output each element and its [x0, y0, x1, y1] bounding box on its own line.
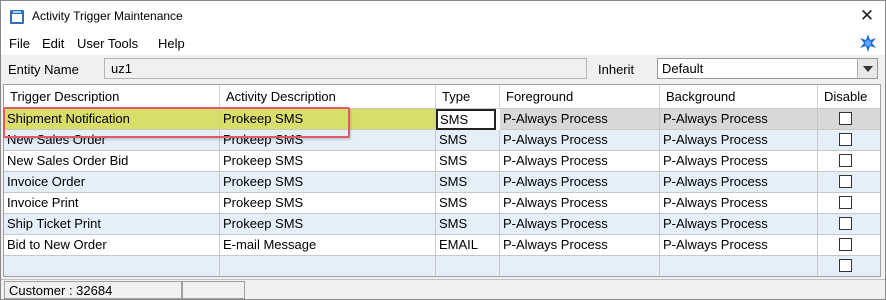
grid-header: Trigger Description Activity Description…: [4, 85, 880, 109]
trigger-cell[interactable]: Bid to New Order: [4, 235, 220, 256]
disable-cell: [818, 130, 880, 151]
disable-checkbox[interactable]: [839, 196, 852, 209]
background-cell[interactable]: P-Always Process: [660, 172, 818, 193]
column-header-foreground[interactable]: Foreground: [500, 85, 660, 109]
activity-cell[interactable]: Prokeep SMS: [220, 151, 436, 172]
background-cell[interactable]: P-Always Process: [660, 214, 818, 235]
chevron-down-icon[interactable]: [857, 59, 877, 78]
trigger-cell[interactable]: Invoice Print: [4, 193, 220, 214]
trigger-cell[interactable]: Invoice Order: [4, 172, 220, 193]
trigger-cell[interactable]: New Sales Order Bid: [4, 151, 220, 172]
activity-trigger-window: Activity Trigger Maintenance ✕ File Edit…: [0, 0, 886, 300]
app-window-icon: [10, 10, 24, 24]
foreground-cell[interactable]: [500, 256, 660, 276]
disable-cell: [818, 256, 880, 276]
entity-name-value: uz1: [111, 61, 132, 76]
status-panel-2: [182, 281, 245, 299]
inherit-label: Inherit: [598, 62, 635, 77]
activity-cell[interactable]: Prokeep SMS: [220, 172, 436, 193]
column-header-trigger[interactable]: Trigger Description: [4, 85, 220, 109]
column-header-disable[interactable]: Disable: [818, 85, 880, 109]
foreground-cell[interactable]: P-Always Process: [500, 172, 660, 193]
disable-checkbox[interactable]: [839, 112, 852, 125]
background-cell[interactable]: [660, 256, 818, 276]
activity-cell[interactable]: Prokeep SMS: [220, 109, 436, 130]
table-row[interactable]: Invoice Print Prokeep SMS SMS P-Always P…: [4, 193, 880, 214]
status-customer: Customer : 32684: [4, 281, 182, 299]
foreground-cell[interactable]: P-Always Process: [500, 151, 660, 172]
activity-cell[interactable]: Prokeep SMS: [220, 214, 436, 235]
type-cell[interactable]: SMS: [436, 130, 500, 151]
activity-cell[interactable]: [220, 256, 436, 276]
help-star-icon[interactable]: [858, 33, 878, 53]
status-bar: Customer : 32684: [1, 279, 885, 299]
entity-name-label: Entity Name: [8, 62, 79, 77]
window-title: Activity Trigger Maintenance: [32, 9, 183, 23]
menu-bar: File Edit User Tools Help: [1, 32, 885, 55]
type-cell[interactable]: [436, 256, 500, 276]
menu-user-tools[interactable]: User Tools: [77, 36, 138, 51]
title-bar[interactable]: Activity Trigger Maintenance ✕: [1, 1, 885, 32]
foreground-cell[interactable]: P-Always Process: [500, 130, 660, 151]
disable-cell: [818, 151, 880, 172]
type-cell[interactable]: SMS: [436, 172, 500, 193]
table-row[interactable]: Shipment Notification Prokeep SMS SMS P-…: [4, 109, 880, 130]
column-header-type[interactable]: Type: [436, 85, 500, 109]
inherit-value: Default: [662, 61, 704, 76]
disable-checkbox[interactable]: [839, 217, 852, 230]
column-header-background[interactable]: Background: [660, 85, 818, 109]
activity-cell[interactable]: Prokeep SMS: [220, 130, 436, 151]
menu-edit[interactable]: Edit: [42, 36, 64, 51]
menu-help[interactable]: Help: [158, 36, 185, 51]
activity-cell[interactable]: Prokeep SMS: [220, 193, 436, 214]
disable-checkbox[interactable]: [839, 259, 852, 272]
disable-checkbox[interactable]: [839, 133, 852, 146]
type-cell[interactable]: SMS: [436, 214, 500, 235]
disable-cell: [818, 214, 880, 235]
close-icon[interactable]: ✕: [857, 6, 877, 26]
disable-cell: [818, 172, 880, 193]
disable-cell: [818, 235, 880, 256]
trigger-cell[interactable]: Ship Ticket Print: [4, 214, 220, 235]
disable-checkbox[interactable]: [839, 175, 852, 188]
inherit-dropdown[interactable]: Default: [657, 58, 878, 79]
trigger-grid: Trigger Description Activity Description…: [3, 84, 881, 277]
column-header-activity[interactable]: Activity Description: [220, 85, 436, 109]
foreground-cell[interactable]: P-Always Process: [500, 193, 660, 214]
disable-checkbox[interactable]: [839, 154, 852, 167]
background-cell[interactable]: P-Always Process: [660, 109, 818, 130]
table-row[interactable]: New Sales Order Prokeep SMS SMS P-Always…: [4, 130, 880, 151]
disable-checkbox[interactable]: [839, 238, 852, 251]
trigger-cell[interactable]: [4, 256, 220, 276]
type-cell[interactable]: SMS: [436, 151, 500, 172]
background-cell[interactable]: P-Always Process: [660, 235, 818, 256]
background-cell[interactable]: P-Always Process: [660, 193, 818, 214]
entity-name-field[interactable]: uz1: [104, 58, 587, 79]
menu-file[interactable]: File: [9, 36, 30, 51]
table-row[interactable]: Bid to New Order E-mail Message EMAIL P-…: [4, 235, 880, 256]
background-cell[interactable]: P-Always Process: [660, 130, 818, 151]
table-row[interactable]: Ship Ticket Print Prokeep SMS SMS P-Alwa…: [4, 214, 880, 235]
table-row-new[interactable]: [4, 256, 880, 276]
table-row[interactable]: New Sales Order Bid Prokeep SMS SMS P-Al…: [4, 151, 880, 172]
entity-row: Entity Name uz1 Inherit Default: [1, 56, 885, 82]
foreground-cell[interactable]: P-Always Process: [500, 214, 660, 235]
activity-cell[interactable]: E-mail Message: [220, 235, 436, 256]
trigger-cell[interactable]: New Sales Order: [4, 130, 220, 151]
type-cell[interactable]: SMS: [436, 109, 496, 130]
disable-cell: [818, 109, 880, 130]
foreground-cell[interactable]: P-Always Process: [500, 235, 660, 256]
background-cell[interactable]: P-Always Process: [660, 151, 818, 172]
disable-cell: [818, 193, 880, 214]
table-row[interactable]: Invoice Order Prokeep SMS SMS P-Always P…: [4, 172, 880, 193]
type-cell[interactable]: SMS: [436, 193, 500, 214]
trigger-cell[interactable]: Shipment Notification: [4, 109, 220, 130]
foreground-cell[interactable]: P-Always Process: [500, 109, 660, 130]
type-cell[interactable]: EMAIL: [436, 235, 500, 256]
